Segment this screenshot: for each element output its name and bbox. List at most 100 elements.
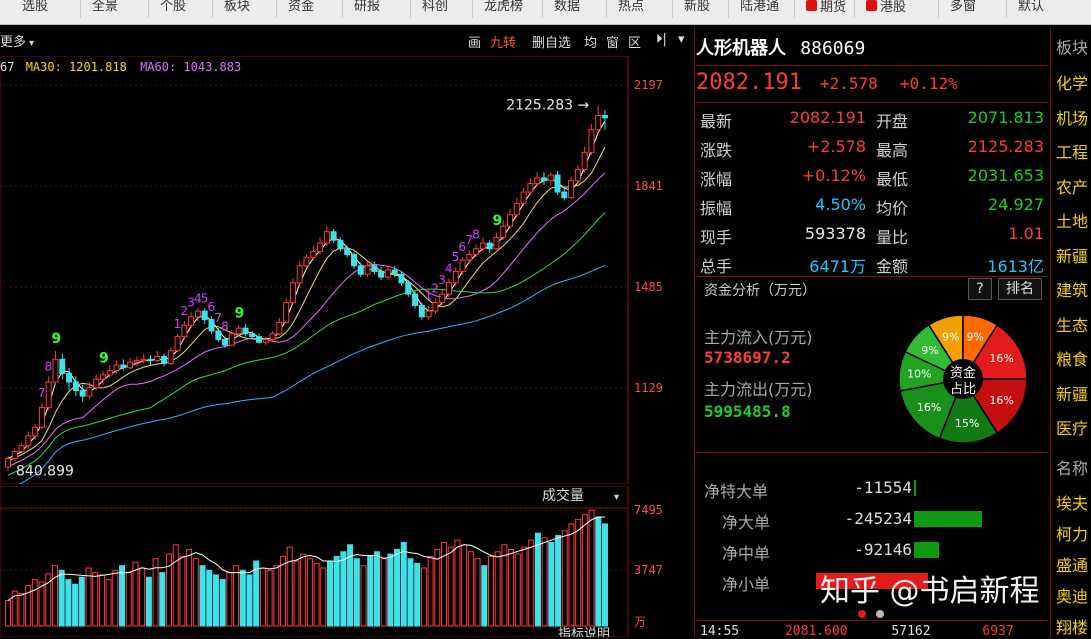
quote-label: 最新	[700, 112, 733, 131]
sector-item[interactable]: 翔楼	[1056, 614, 1088, 637]
quote-label: 涨幅	[700, 170, 733, 189]
sector-item[interactable]: 医疗	[1056, 415, 1088, 439]
nav-item-11[interactable]: 陆港通	[740, 0, 779, 24]
candle	[337, 239, 344, 250]
play-end-icon[interactable]: ⏵|	[656, 32, 667, 47]
candle	[99, 374, 106, 380]
candle	[262, 338, 269, 343]
candle	[140, 358, 147, 362]
delete-watchlist-button[interactable]: 删自选	[532, 32, 571, 51]
rank-button[interactable]: 排名	[998, 278, 1042, 300]
net-flow-label: 净特大单	[704, 482, 769, 501]
nav-item-7[interactable]: 龙虎榜	[484, 0, 523, 24]
quote-label: 最高	[876, 141, 909, 160]
candle	[167, 350, 174, 365]
volume-bar	[206, 569, 213, 627]
sector-item[interactable]: 新疆	[1056, 381, 1088, 405]
sector-item[interactable]: 名称	[1056, 455, 1088, 479]
help-button[interactable]: ?	[968, 278, 992, 300]
sector-item[interactable]: 生态	[1056, 312, 1088, 336]
sector-item[interactable]: 板块	[1056, 34, 1088, 58]
more-menu[interactable]: 更多 ▾	[0, 31, 34, 50]
sector-item[interactable]: 农产	[1056, 174, 1088, 198]
y-tick-label: 1129	[634, 381, 663, 395]
nav-item-12[interactable]: 期货	[806, 0, 846, 24]
nav-item-1[interactable]: 全景	[92, 0, 118, 24]
nine-turn-label: 9	[99, 351, 109, 367]
quote-row: 振幅 4.50% 均价 24.927	[700, 191, 1044, 220]
nav-item-9[interactable]: 热点	[618, 0, 644, 24]
candle	[561, 191, 568, 199]
chevron-down-icon[interactable]: ▾	[614, 492, 619, 503]
candle	[513, 202, 520, 216]
volume-bar	[394, 548, 401, 627]
stock-code: 886069	[800, 38, 866, 59]
nav-item-label: 数据	[554, 0, 581, 14]
volume-bar	[300, 553, 307, 627]
sector-item[interactable]: 机场	[1056, 105, 1088, 129]
nav-item-0[interactable]: 选股	[22, 0, 48, 24]
volume-bar	[447, 546, 454, 627]
sector-item[interactable]: 新疆	[1056, 243, 1088, 267]
sector-item[interactable]: 工程	[1056, 139, 1088, 163]
window-button[interactable]: 窗	[606, 32, 619, 51]
volume-bar	[85, 567, 92, 627]
volume-bar	[326, 560, 333, 627]
volume-bar	[461, 544, 468, 627]
page-dot[interactable]	[876, 610, 884, 618]
quote-value: +2.578	[806, 137, 866, 156]
volume-bar	[65, 579, 72, 627]
toolbar-dropdown-icon[interactable]: ▾	[678, 32, 685, 47]
draw-button[interactable]: 画	[468, 32, 481, 51]
candle	[344, 248, 351, 255]
sector-item[interactable]: 柯力	[1056, 521, 1088, 545]
pie-slice-label: 9%	[921, 344, 938, 357]
candle	[228, 333, 235, 346]
nav-item-label: 热点	[618, 0, 645, 14]
candle	[106, 370, 113, 376]
volume-bar	[353, 558, 360, 627]
candle	[289, 282, 296, 304]
nav-item-label: 个股	[160, 0, 187, 14]
sector-item[interactable]: 土地	[1056, 208, 1088, 232]
nav-item-6[interactable]: 科创	[422, 0, 448, 24]
nav-item-15[interactable]: 默认	[1018, 0, 1044, 24]
net-flow-row: 净中单 -92146	[696, 540, 1048, 568]
candle	[79, 389, 86, 397]
nav-item-2[interactable]: 个股	[160, 0, 186, 24]
candle	[235, 327, 242, 335]
volume-chart[interactable]: 成交量 ▾ 7495 3747 万指标说明	[0, 486, 694, 637]
nav-item-3[interactable]: 板块	[224, 0, 250, 24]
candle	[59, 358, 66, 374]
sector-item[interactable]: 化学	[1056, 70, 1088, 94]
nav-item-label: 默认	[1018, 0, 1045, 14]
sector-item[interactable]: 建筑	[1056, 277, 1088, 301]
indicator-help-link[interactable]: 指标说明	[558, 627, 610, 637]
price-change: +2.578	[820, 74, 878, 93]
nav-item-14[interactable]: 多窗	[950, 0, 976, 24]
sector-item[interactable]: 盛通	[1056, 552, 1088, 576]
nav-item-5[interactable]: 研报	[354, 0, 380, 24]
price-chart[interactable]: 219718411485112978123 4 56781234567 8999921…	[0, 56, 694, 484]
nine-turn-button[interactable]: 九转	[490, 32, 516, 51]
nav-item-13[interactable]: 港股	[866, 0, 906, 24]
moving-average-line	[18, 264, 606, 484]
volume-bar	[306, 558, 313, 627]
page-dot-active[interactable]	[858, 610, 866, 618]
candle	[595, 115, 602, 131]
volume-bar	[233, 565, 240, 627]
sector-item[interactable]: 埃夫	[1056, 490, 1088, 514]
candle	[256, 336, 263, 343]
average-button[interactable]: 均	[584, 32, 597, 51]
candle	[249, 333, 256, 338]
nav-item-10[interactable]: 新股	[684, 0, 710, 24]
nav-item-8[interactable]: 数据	[554, 0, 580, 24]
sector-item[interactable]: 粮食	[1056, 346, 1088, 370]
net-flow-value: -92146	[854, 540, 912, 559]
zone-button[interactable]: 区	[628, 32, 641, 51]
volume-bar	[239, 569, 246, 627]
candle	[425, 310, 432, 318]
sector-item[interactable]: 奥迪	[1056, 583, 1088, 607]
volume-bar	[18, 593, 25, 627]
nav-item-4[interactable]: 资金	[288, 0, 314, 24]
